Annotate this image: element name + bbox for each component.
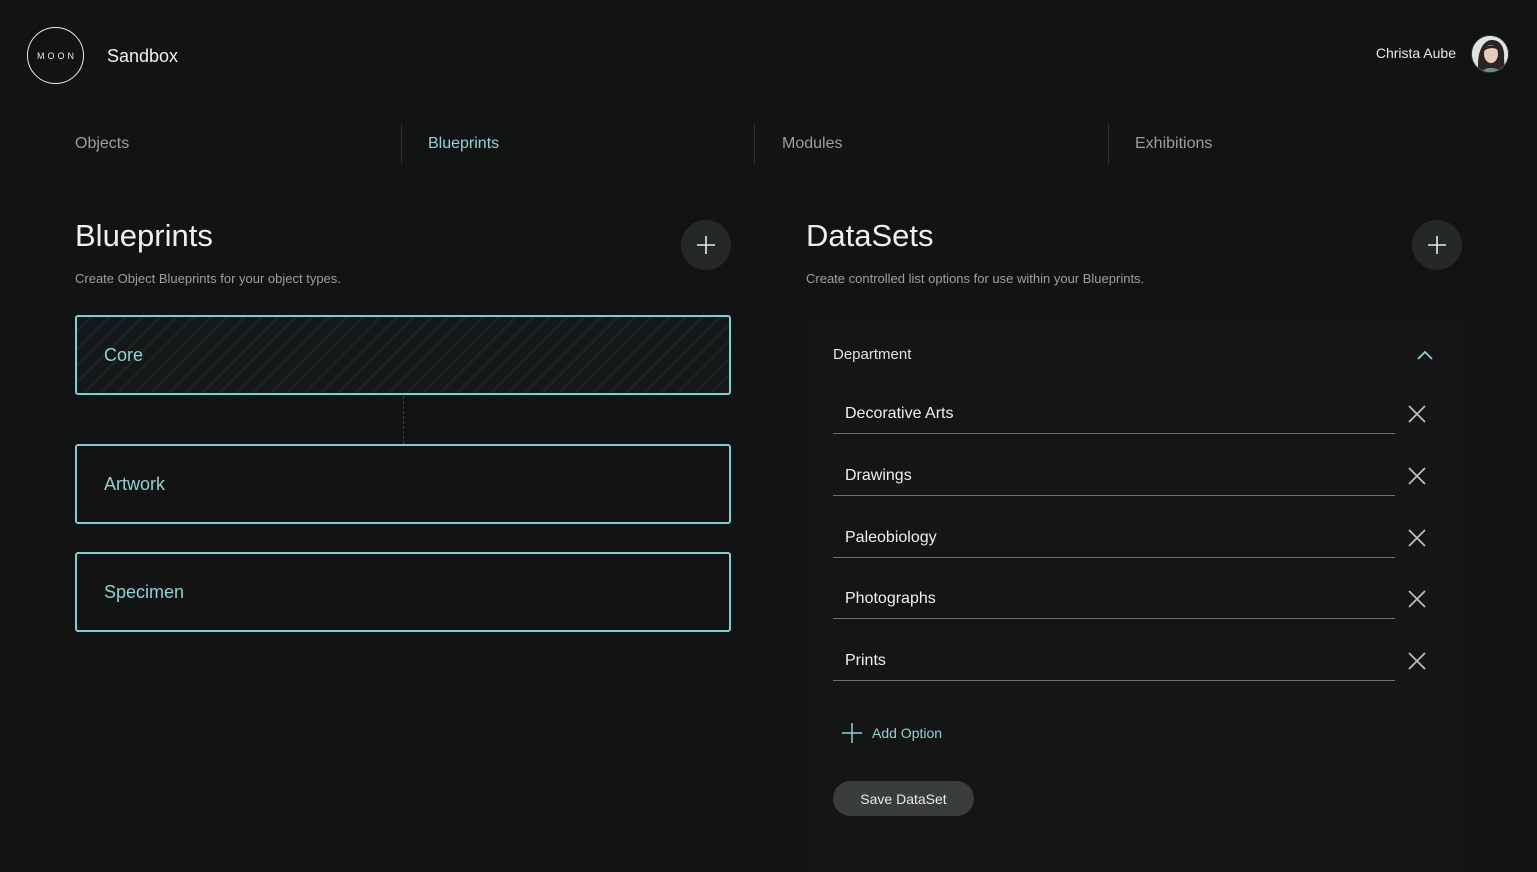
blueprint-card-artwork[interactable]: Artwork bbox=[75, 444, 731, 524]
dataset-header[interactable]: Department bbox=[833, 344, 1435, 368]
datasets-subtitle: Create controlled list options for use w… bbox=[806, 271, 1145, 286]
tab-divider bbox=[754, 124, 755, 164]
blueprint-label: Specimen bbox=[104, 581, 185, 602]
close-icon[interactable] bbox=[1405, 649, 1429, 673]
avatar-portrait-icon bbox=[1472, 36, 1508, 72]
close-icon[interactable] bbox=[1405, 402, 1429, 426]
dataset-option-input[interactable] bbox=[833, 394, 1395, 434]
datasets-title: DataSets bbox=[806, 218, 934, 253]
add-option-label: Add Option bbox=[872, 725, 943, 741]
blueprints-subtitle: Create Object Blueprints for your object… bbox=[75, 271, 341, 286]
blueprint-card-specimen[interactable]: Specimen bbox=[75, 552, 731, 632]
blueprint-card-core[interactable]: Core bbox=[75, 315, 731, 395]
workspace-name[interactable]: Sandbox bbox=[107, 46, 178, 67]
tab-objects[interactable]: Objects bbox=[75, 124, 129, 164]
blueprint-label: Artwork bbox=[104, 473, 166, 494]
app-header: MOON Sandbox Christa Aube bbox=[0, 0, 1537, 112]
dataset-option-input[interactable] bbox=[833, 456, 1395, 496]
chevron-up-icon[interactable] bbox=[1415, 346, 1435, 366]
tab-divider bbox=[1108, 124, 1109, 164]
tab-blueprints[interactable]: Blueprints bbox=[428, 124, 499, 164]
moon-logo[interactable]: MOON bbox=[27, 27, 84, 84]
plus-icon bbox=[697, 236, 715, 254]
tab-exhibitions[interactable]: Exhibitions bbox=[1135, 124, 1212, 164]
dataset-panel: Department Add bbox=[806, 316, 1462, 872]
dataset-option-input[interactable] bbox=[833, 518, 1395, 558]
user-name[interactable]: Christa Aube bbox=[1376, 45, 1456, 61]
blueprint-label: Core bbox=[104, 344, 144, 365]
plus-icon bbox=[1428, 236, 1446, 254]
close-icon[interactable] bbox=[1405, 464, 1429, 488]
dataset-option-row bbox=[833, 579, 1435, 619]
save-dataset-button[interactable]: Save DataSet bbox=[833, 781, 974, 816]
dataset-name: Department bbox=[833, 346, 912, 363]
logo-text: MOON bbox=[37, 50, 77, 61]
dataset-option-input[interactable] bbox=[833, 579, 1395, 619]
blueprint-connector bbox=[403, 396, 404, 444]
dataset-option-row bbox=[833, 641, 1435, 681]
close-icon[interactable] bbox=[1405, 526, 1429, 550]
tab-modules[interactable]: Modules bbox=[782, 124, 842, 164]
user-avatar[interactable] bbox=[1471, 35, 1509, 73]
close-icon[interactable] bbox=[1405, 587, 1429, 611]
dataset-option-row bbox=[833, 456, 1435, 496]
dataset-option-row bbox=[833, 518, 1435, 558]
blueprints-title: Blueprints bbox=[75, 218, 213, 253]
dataset-option-row bbox=[833, 394, 1435, 434]
add-blueprint-button[interactable] bbox=[681, 220, 731, 270]
plus-icon bbox=[842, 723, 862, 743]
add-dataset-button[interactable] bbox=[1412, 220, 1462, 270]
tab-divider bbox=[401, 124, 402, 164]
main-tabs: Objects Blueprints Modules Exhibitions bbox=[75, 124, 1462, 164]
dataset-option-input[interactable] bbox=[833, 641, 1395, 681]
add-option-button[interactable]: Add Option bbox=[841, 721, 942, 745]
